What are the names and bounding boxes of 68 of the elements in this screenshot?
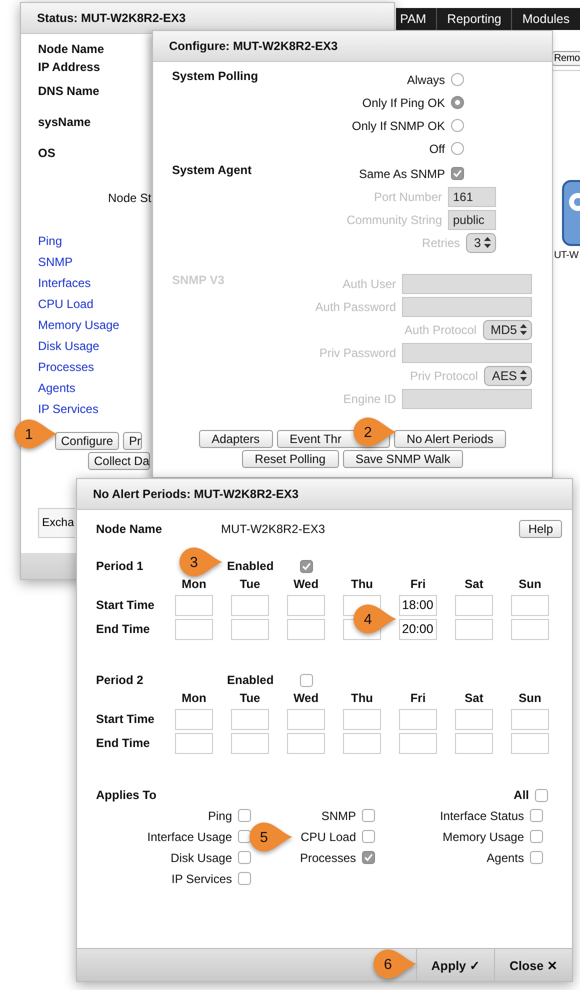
field-label: Always	[406, 72, 445, 86]
step-tooltip: 3	[178, 546, 223, 578]
field-label: Off	[429, 142, 445, 156]
row-label: Start Time	[96, 597, 156, 614]
window-title: Status: MUT-W2K8R2-EX3	[21, 3, 394, 34]
row-label: End Time	[96, 735, 151, 752]
section-label: System Agent	[172, 163, 252, 177]
field-label: Auth Password	[315, 300, 396, 314]
field-label: Priv Password	[319, 346, 396, 360]
field-label: Auth User	[342, 276, 396, 290]
period-label: Period 2	[96, 673, 144, 687]
step-tooltip: 2	[352, 416, 397, 448]
checkbox-label: All	[514, 788, 529, 802]
day-header: Wed	[292, 690, 320, 707]
step-tooltip: 1	[13, 418, 58, 450]
field-value: MUT-W2K8R2-EX3	[221, 522, 326, 536]
field-label: Node Name	[96, 522, 162, 536]
field-label: DNS Name	[38, 84, 100, 98]
field-label: Community String	[346, 212, 442, 226]
field-label: Same As SNMP	[358, 166, 445, 180]
checkbox-label: Interface Status	[440, 808, 524, 822]
field-label: Enabled	[227, 673, 274, 687]
day-header: Thu	[350, 576, 374, 593]
checkbox-label: CPU Load	[300, 830, 356, 844]
field-label: Port Number	[374, 190, 442, 204]
day-header: Sun	[518, 690, 542, 707]
window-title: No Alert Periods: MUT-W2K8R2-EX3	[77, 479, 572, 510]
field-label: Enabled	[227, 559, 274, 573]
step-tooltip: 6	[372, 948, 417, 980]
day-header: Fri	[409, 576, 427, 593]
field-label: IP Address	[38, 60, 100, 74]
field-label: OS	[38, 146, 56, 160]
row-label: End Time	[96, 621, 151, 638]
field-label: Node St	[108, 191, 152, 205]
day-header: Fri	[409, 690, 427, 707]
period-label: Period 1	[96, 559, 144, 573]
day-header: Wed	[292, 576, 320, 593]
day-header: Mon	[180, 576, 208, 593]
checkbox-label: Interface Usage	[147, 830, 232, 844]
field-label: Engine ID	[343, 392, 396, 406]
section-label: System Polling	[172, 69, 258, 83]
step-tooltip: 4	[352, 603, 397, 635]
checkbox-label: Processes	[300, 850, 356, 864]
field-label: Auth Protocol	[404, 322, 477, 336]
field-label: sysName	[38, 115, 91, 129]
window-title: Configure: MUT-W2K8R2-EX3	[153, 31, 552, 62]
checkbox-label: Ping	[208, 808, 232, 822]
checkbox-label: SNMP	[321, 808, 356, 822]
day-header: Mon	[180, 690, 208, 707]
day-header: Sat	[464, 690, 484, 707]
field-label: Only If Ping OK	[362, 96, 445, 110]
section-label: Applies To	[96, 788, 156, 802]
day-header: Tue	[238, 576, 262, 593]
field-label: Priv Protocol	[410, 368, 478, 382]
step-tooltip: 5	[248, 821, 293, 853]
day-header: Sat	[464, 576, 484, 593]
day-header: Thu	[350, 690, 374, 707]
field-label: Retries	[422, 236, 460, 250]
checkbox-label: Disk Usage	[170, 850, 232, 864]
row-label: Start Time	[96, 711, 156, 728]
checkbox-label: IP Services	[172, 872, 232, 886]
checkbox-label: Agents	[486, 850, 524, 864]
checkbox-label: Memory Usage	[442, 830, 524, 844]
field-label: Only If SNMP OK	[352, 118, 445, 132]
field-label: Node Name	[38, 42, 104, 56]
day-header: Sun	[518, 576, 542, 593]
day-header: Tue	[238, 690, 262, 707]
node-label: UT-W	[554, 250, 578, 261]
